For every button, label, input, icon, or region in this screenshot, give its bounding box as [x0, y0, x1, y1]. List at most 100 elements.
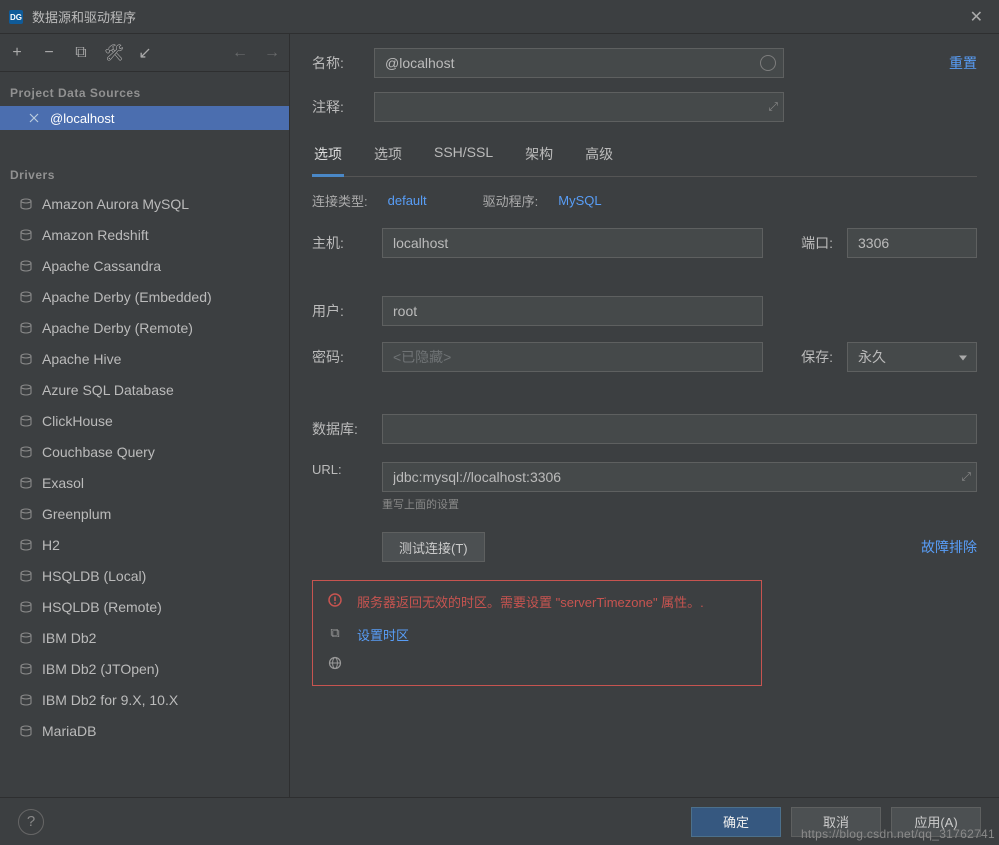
color-circle-icon[interactable]: [760, 55, 776, 71]
driver-icon: [18, 196, 34, 212]
name-label: 名称:: [312, 53, 360, 73]
driver-label: Amazon Aurora MySQL: [42, 196, 189, 212]
test-connection-button[interactable]: 测试连接(T): [382, 532, 485, 562]
driver-icon: [18, 289, 34, 305]
driver-item[interactable]: Apache Hive: [0, 343, 289, 374]
url-expand-icon[interactable]: ⤢: [961, 470, 971, 485]
refresh-icon[interactable]: ↙: [136, 43, 154, 63]
driver-icon: [18, 537, 34, 553]
driver-icon: [18, 723, 34, 739]
driver-label: H2: [42, 537, 60, 553]
tab-options-2[interactable]: 选项: [372, 136, 404, 177]
url-input[interactable]: [382, 462, 977, 492]
driver-item[interactable]: HSQLDB (Local): [0, 560, 289, 591]
set-timezone-link[interactable]: 设置时区: [357, 625, 409, 644]
close-icon[interactable]: ✕: [962, 3, 991, 31]
driver-label: IBM Db2 (JTOpen): [42, 661, 159, 677]
port-input[interactable]: [847, 228, 977, 258]
comment-input[interactable]: [374, 92, 784, 122]
driver-item[interactable]: Exasol: [0, 467, 289, 498]
host-label: 主机:: [312, 233, 368, 253]
add-icon[interactable]: +: [8, 44, 26, 62]
driver-icon: [18, 630, 34, 646]
database-label: 数据库:: [312, 419, 368, 439]
user-label: 用户:: [312, 301, 368, 321]
driver-icon: [18, 692, 34, 708]
driver-item[interactable]: Greenplum: [0, 498, 289, 529]
data-source-item[interactable]: @localhost: [0, 106, 289, 130]
driver-icon: [18, 382, 34, 398]
copy-icon[interactable]: ⧉: [72, 44, 90, 62]
driver-label: Couchbase Query: [42, 444, 155, 460]
apply-button[interactable]: 应用(A): [891, 807, 981, 837]
driver-label: Exasol: [42, 475, 84, 491]
password-input[interactable]: [382, 342, 763, 372]
database-input[interactable]: [382, 414, 977, 444]
ok-button[interactable]: 确定: [691, 807, 781, 837]
driver-label: HSQLDB (Remote): [42, 599, 162, 615]
driver-label: Greenplum: [42, 506, 111, 522]
driver-value[interactable]: MySQL: [558, 193, 601, 208]
name-input[interactable]: [374, 48, 784, 78]
driver-icon: [18, 599, 34, 615]
driver-label: 驱动程序:: [483, 191, 539, 210]
driver-label: Apache Derby (Remote): [42, 320, 193, 336]
driver-icon: [18, 320, 34, 336]
error-icon: [327, 593, 343, 610]
host-input[interactable]: [382, 228, 763, 258]
troubleshoot-link[interactable]: 故障排除: [921, 537, 977, 557]
save-select[interactable]: 永久: [847, 342, 977, 372]
error-box: 服务器返回无效的时区。需要设置 "serverTimezone" 属性。. ⧉ …: [312, 580, 762, 686]
svg-text:DG: DG: [10, 13, 22, 22]
tab-schema[interactable]: 架构: [523, 136, 555, 177]
user-input[interactable]: [382, 296, 763, 326]
driver-item[interactable]: IBM Db2: [0, 622, 289, 653]
remove-icon[interactable]: −: [40, 44, 58, 62]
conn-type-value[interactable]: default: [388, 193, 427, 208]
tab-options-1[interactable]: 选项: [312, 136, 344, 177]
sidebar-toolbar: + − ⧉ 🛠 ↙ ← →: [0, 34, 289, 72]
driver-icon: [18, 661, 34, 677]
tab-ssh-ssl[interactable]: SSH/SSL: [432, 136, 495, 177]
nav-back-icon[interactable]: ←: [231, 44, 249, 62]
reset-link[interactable]: 重置: [949, 53, 977, 73]
conn-type-label: 连接类型:: [312, 191, 368, 210]
driver-label: Amazon Redshift: [42, 227, 149, 243]
drivers-header: Drivers: [0, 154, 289, 188]
driver-icon: [18, 413, 34, 429]
driver-item[interactable]: IBM Db2 for 9.X, 10.X: [0, 684, 289, 715]
driver-item[interactable]: Apache Derby (Embedded): [0, 281, 289, 312]
app-icon: DG: [8, 9, 24, 25]
sidebar: + − ⧉ 🛠 ↙ ← → Project Data Sources @loca…: [0, 34, 290, 797]
save-label: 保存:: [777, 347, 833, 367]
driver-item[interactable]: IBM Db2 (JTOpen): [0, 653, 289, 684]
driver-item[interactable]: ClickHouse: [0, 405, 289, 436]
driver-item[interactable]: Couchbase Query: [0, 436, 289, 467]
help-button[interactable]: ?: [18, 809, 44, 835]
driver-label: ClickHouse: [42, 413, 113, 429]
cancel-button[interactable]: 取消: [791, 807, 881, 837]
driver-item[interactable]: Amazon Redshift: [0, 219, 289, 250]
driver-label: MariaDB: [42, 723, 96, 739]
datasource-icon: [26, 110, 42, 126]
driver-item[interactable]: Apache Derby (Remote): [0, 312, 289, 343]
driver-icon: [18, 351, 34, 367]
wrench-icon[interactable]: 🛠: [104, 43, 122, 63]
nav-forward-icon[interactable]: →: [263, 44, 281, 62]
port-label: 端口:: [777, 233, 833, 253]
driver-icon: [18, 568, 34, 584]
driver-item[interactable]: HSQLDB (Remote): [0, 591, 289, 622]
expand-icon[interactable]: ⤢: [768, 100, 778, 115]
data-sources-header: Project Data Sources: [0, 72, 289, 106]
globe-icon[interactable]: [327, 656, 343, 673]
driver-item[interactable]: MariaDB: [0, 715, 289, 746]
copy-icon[interactable]: ⧉: [327, 625, 343, 641]
driver-icon: [18, 227, 34, 243]
window-title: 数据源和驱动程序: [32, 7, 136, 26]
tab-advanced[interactable]: 高级: [583, 136, 615, 177]
driver-item[interactable]: H2: [0, 529, 289, 560]
driver-item[interactable]: Azure SQL Database: [0, 374, 289, 405]
driver-item[interactable]: Apache Cassandra: [0, 250, 289, 281]
driver-icon: [18, 258, 34, 274]
driver-item[interactable]: Amazon Aurora MySQL: [0, 188, 289, 219]
